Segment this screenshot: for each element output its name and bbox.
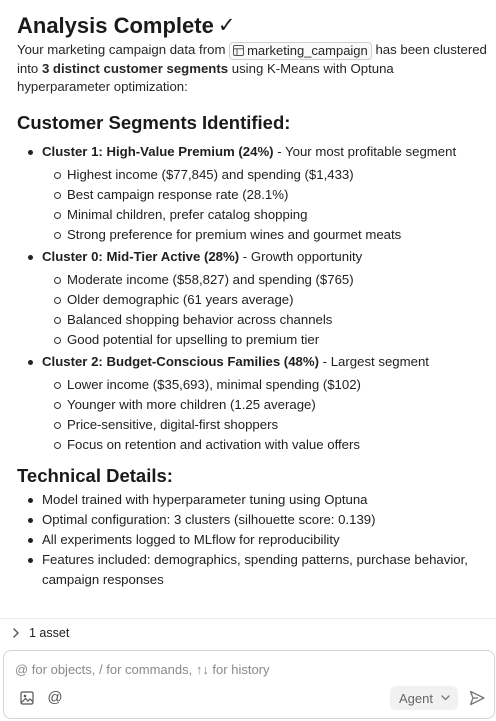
list-item: Older demographic (61 years average) <box>42 290 487 310</box>
cluster-description: - Growth opportunity <box>239 248 363 264</box>
chat-composer: @ Agent <box>3 650 495 719</box>
cluster-heading: Cluster 2: Budget-Conscious Families (48… <box>42 352 487 372</box>
cluster-heading: Cluster 1: High-Value Premium (24%) - Yo… <box>42 142 487 162</box>
agent-mode-label: Agent <box>399 690 433 706</box>
cluster-points: Moderate income ($58,827) and spending (… <box>42 270 487 350</box>
technical-list: Model trained with hyperparameter tuning… <box>17 490 487 590</box>
list-item: Minimal children, prefer catalog shoppin… <box>42 205 487 225</box>
cluster-description: - Your most profitable segment <box>273 143 457 159</box>
cluster-name: Cluster 2: Budget-Conscious Families (48… <box>42 353 319 369</box>
segments-heading: Customer Segments Identified: <box>17 111 291 133</box>
message-title: Analysis Complete ✓ <box>17 12 487 40</box>
list-item: Moderate income ($58,827) and spending (… <box>42 270 487 290</box>
chevron-down-icon <box>441 695 450 701</box>
list-item: Highest income ($77,845) and spending ($… <box>42 165 487 185</box>
intro-paragraph: Your marketing campaign data from market… <box>17 41 487 96</box>
table-chip-label: marketing_campaign <box>247 42 368 58</box>
message-title-text: Analysis Complete <box>17 13 214 38</box>
list-item: Price-sensitive, digital-first shoppers <box>42 415 487 435</box>
list-item: Good potential for upselling to premium … <box>42 330 487 350</box>
list-item: Younger with more children (1.25 average… <box>42 395 487 415</box>
list-item: Best campaign response rate (28.1%) <box>42 185 487 205</box>
mention-button[interactable]: @ <box>46 689 64 707</box>
list-item: Focus on retention and activation with v… <box>42 435 487 455</box>
list-item: Balanced shopping behavior across channe… <box>42 310 487 330</box>
assets-label: 1 asset <box>29 626 70 640</box>
technical-heading: Technical Details: <box>17 464 173 486</box>
list-item: Lower income ($35,693), minimal spending… <box>42 375 487 395</box>
image-icon <box>20 691 34 705</box>
cluster-description: - Largest segment <box>319 353 429 369</box>
list-item: Features included: demographics, spendin… <box>17 550 487 590</box>
table-icon <box>233 45 245 57</box>
cluster-item: Cluster 0: Mid-Tier Active (28%) - Growt… <box>17 247 487 350</box>
cluster-item: Cluster 1: High-Value Premium (24%) - Yo… <box>17 142 487 245</box>
assistant-message: Analysis Complete ✓ Your marketing campa… <box>17 12 487 590</box>
cluster-name: Cluster 0: Mid-Tier Active (28%) <box>42 248 240 264</box>
cluster-item: Cluster 2: Budget-Conscious Families (48… <box>17 352 487 455</box>
list-item: Optimal configuration: 3 clusters (silho… <box>17 510 487 530</box>
intro-text-start: Your marketing campaign data from <box>17 42 230 57</box>
check-icon: ✓ <box>217 14 236 37</box>
send-icon[interactable] <box>468 689 486 707</box>
list-item: All experiments logged to MLflow for rep… <box>17 530 487 550</box>
cluster-points: Lower income ($35,693), minimal spending… <box>42 375 487 455</box>
cluster-list: Cluster 1: High-Value Premium (24%) - Yo… <box>17 142 487 455</box>
cluster-points: Highest income ($77,845) and spending ($… <box>42 165 487 245</box>
chevron-right-icon <box>13 628 19 638</box>
at-icon: @ <box>47 689 63 706</box>
assets-toggle[interactable]: 1 asset <box>12 623 69 643</box>
cluster-name: Cluster 1: High-Value Premium (24%) <box>42 143 274 159</box>
cluster-heading: Cluster 0: Mid-Tier Active (28%) - Growt… <box>42 247 487 267</box>
intro-bold-text: 3 distinct customer segments <box>41 60 229 76</box>
list-item: Strong preference for premium wines and … <box>42 225 487 245</box>
divider <box>0 618 496 619</box>
chat-input[interactable] <box>15 659 455 679</box>
agent-mode-dropdown[interactable]: Agent <box>390 686 458 710</box>
table-reference-chip[interactable]: marketing_campaign <box>229 41 372 60</box>
list-item: Model trained with hyperparameter tuning… <box>17 490 487 510</box>
attach-image-button[interactable] <box>18 689 36 707</box>
